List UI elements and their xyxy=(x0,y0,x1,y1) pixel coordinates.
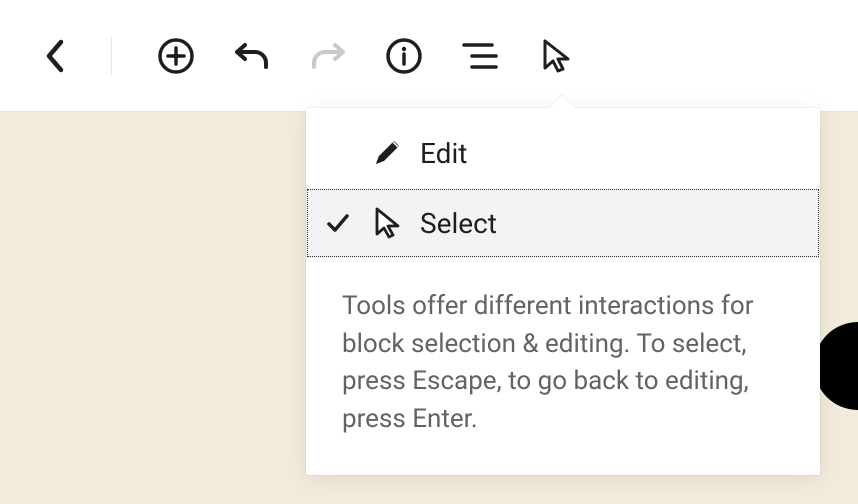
tools-help-text: Tools offer different interactions for b… xyxy=(306,258,820,475)
editor-toolbar xyxy=(0,0,858,112)
menu-item-label: Select xyxy=(412,207,497,240)
cursor-icon xyxy=(540,38,572,74)
tools-dropdown: Edit Select Tools offer different intera… xyxy=(306,108,820,475)
menu-item-edit[interactable]: Edit xyxy=(306,118,820,188)
toolbar-divider xyxy=(111,36,112,76)
tools-button[interactable] xyxy=(526,26,586,86)
undo-icon xyxy=(232,37,272,75)
check-icon xyxy=(314,210,362,236)
plus-circle-icon xyxy=(157,37,195,75)
add-block-button[interactable] xyxy=(146,26,206,86)
chevron-left-icon xyxy=(44,38,68,74)
pencil-icon xyxy=(362,137,412,169)
redo-icon xyxy=(308,37,348,75)
cursor-icon xyxy=(362,206,412,240)
back-button[interactable] xyxy=(26,26,86,86)
tools-menu: Edit Select xyxy=(306,108,820,258)
undo-button[interactable] xyxy=(222,26,282,86)
list-outline-icon xyxy=(462,41,498,71)
redo-button xyxy=(298,26,358,86)
details-button[interactable] xyxy=(374,26,434,86)
outline-button[interactable] xyxy=(450,26,510,86)
menu-item-label: Edit xyxy=(412,137,467,170)
info-circle-icon xyxy=(385,37,423,75)
menu-item-select[interactable]: Select xyxy=(306,188,820,258)
